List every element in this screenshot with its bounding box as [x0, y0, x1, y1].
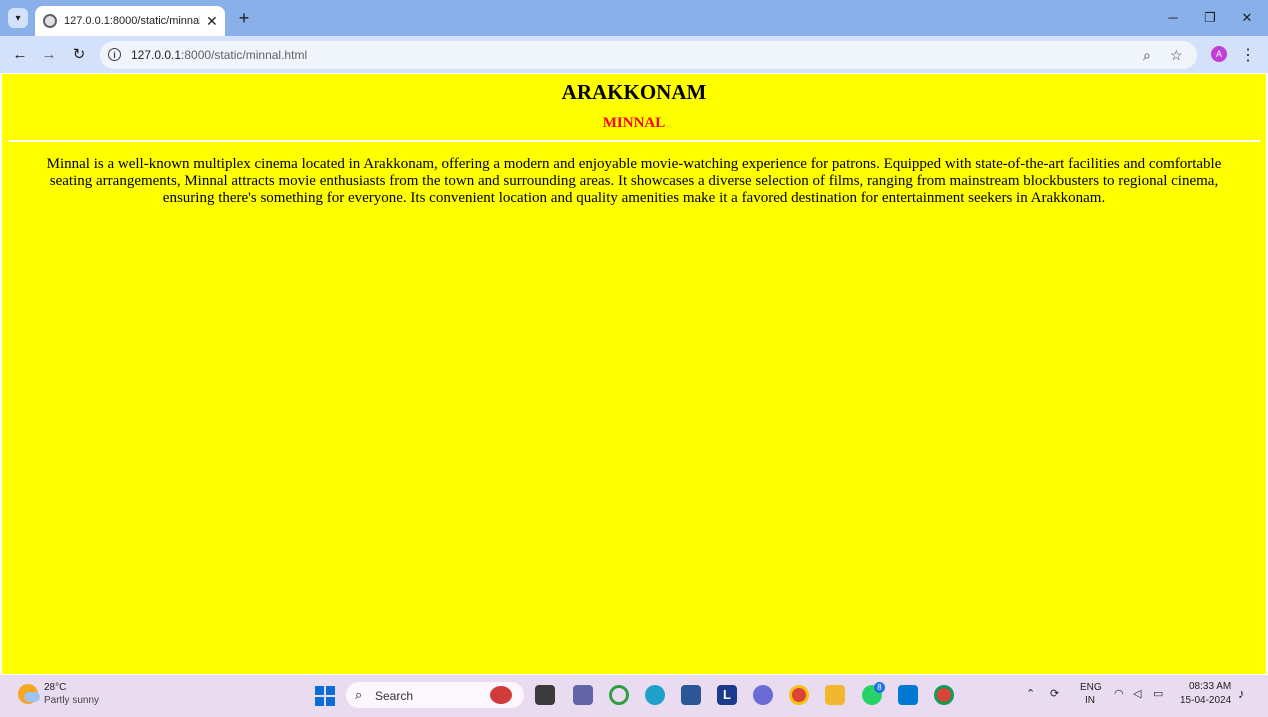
search-icon: ⌕ — [355, 687, 363, 702]
store-icon[interactable] — [681, 685, 701, 705]
file-explorer-icon[interactable] — [825, 685, 845, 705]
cinema-name: MINNAL — [602, 115, 666, 131]
zoom-icon[interactable]: ⌕ — [1143, 47, 1151, 64]
weather-icon[interactable] — [18, 684, 40, 704]
browser-window: ▾ 127.0.0.1:8000/static/minnal.html ✕ + … — [0, 0, 1268, 717]
chrome-icon[interactable] — [789, 685, 809, 705]
whatsapp-badge: 8 — [874, 682, 885, 693]
divider — [8, 140, 1260, 142]
taskbar-search[interactable]: ⌕ Search — [346, 682, 524, 708]
tab-title: 127.0.0.1:8000/static/minnal.html — [64, 15, 200, 27]
window-close-icon[interactable]: ✕ — [1236, 8, 1258, 28]
temperature[interactable]: 28°C — [44, 682, 66, 693]
weather-condition[interactable]: Partly sunny — [44, 695, 99, 706]
teams-icon[interactable] — [573, 685, 593, 705]
task-view-icon[interactable] — [535, 685, 555, 705]
active-tab[interactable]: 127.0.0.1:8000/static/minnal.html ✕ — [35, 6, 225, 36]
reload-icon[interactable]: ↻ — [68, 44, 90, 66]
new-tab-icon[interactable]: + — [234, 8, 254, 28]
clock-time[interactable]: 08:33 AM — [1189, 681, 1231, 692]
menu-icon[interactable]: ⋮ — [1240, 45, 1256, 65]
ai-app-icon[interactable] — [753, 685, 773, 705]
page-viewport: ARAKKONAM MINNAL Minnal is a well-known … — [2, 74, 1266, 674]
language-line2[interactable]: IN — [1085, 695, 1095, 706]
chevron-up-icon[interactable]: ⌃ — [1026, 687, 1035, 700]
volume-icon[interactable]: ◁ — [1133, 687, 1141, 700]
search-label: Search — [375, 689, 414, 703]
l-app-icon[interactable]: L — [717, 685, 737, 705]
profile-avatar[interactable]: A — [1211, 46, 1227, 62]
clock-date[interactable]: 15-04-2024 — [1180, 695, 1231, 706]
tab-search-icon[interactable]: ▾ — [8, 8, 28, 28]
language-line1[interactable]: ENG — [1080, 682, 1102, 693]
tab-close-icon[interactable]: ✕ — [206, 13, 218, 30]
vscode-icon[interactable] — [898, 685, 918, 705]
edge-icon[interactable] — [645, 685, 665, 705]
tab-strip: ▾ 127.0.0.1:8000/static/minnal.html ✕ + … — [0, 0, 1268, 36]
cinema-description: Minnal is a well-known multiplex cinema … — [46, 156, 1222, 206]
url-text[interactable]: 127.0.0.1:8000/static/minnal.html — [131, 48, 307, 62]
taskbar: 28°C Partly sunny ⌕ Search L 8 ⌃ ⟳ ENG I… — [0, 675, 1268, 717]
sync-icon[interactable]: ⟳ — [1050, 687, 1059, 700]
forward-icon[interactable]: → — [38, 44, 60, 66]
chrome-profile-icon[interactable] — [934, 685, 954, 705]
search-highlight-icon — [490, 686, 512, 704]
globe-icon — [43, 14, 57, 28]
battery-icon[interactable]: ▭ — [1153, 687, 1163, 700]
browser-toolbar: ← → ↻ i 127.0.0.1:8000/static/minnal.htm… — [0, 36, 1268, 73]
address-bar[interactable]: i 127.0.0.1:8000/static/minnal.html ⌕ ☆ — [100, 41, 1197, 69]
windows-start-icon[interactable] — [315, 686, 335, 706]
bookmark-star-icon[interactable]: ☆ — [1170, 47, 1183, 64]
notification-bell-icon[interactable]: ♪ — [1238, 686, 1245, 701]
page-heading: ARAKKONAM — [561, 80, 707, 104]
wifi-icon[interactable]: ◠ — [1114, 687, 1124, 700]
loading-app-icon[interactable] — [609, 685, 629, 705]
restore-icon[interactable]: ❐ — [1199, 8, 1221, 28]
minimize-icon[interactable]: ─ — [1162, 8, 1184, 28]
back-icon[interactable]: ← — [9, 44, 31, 66]
site-info-icon[interactable]: i — [108, 48, 121, 61]
